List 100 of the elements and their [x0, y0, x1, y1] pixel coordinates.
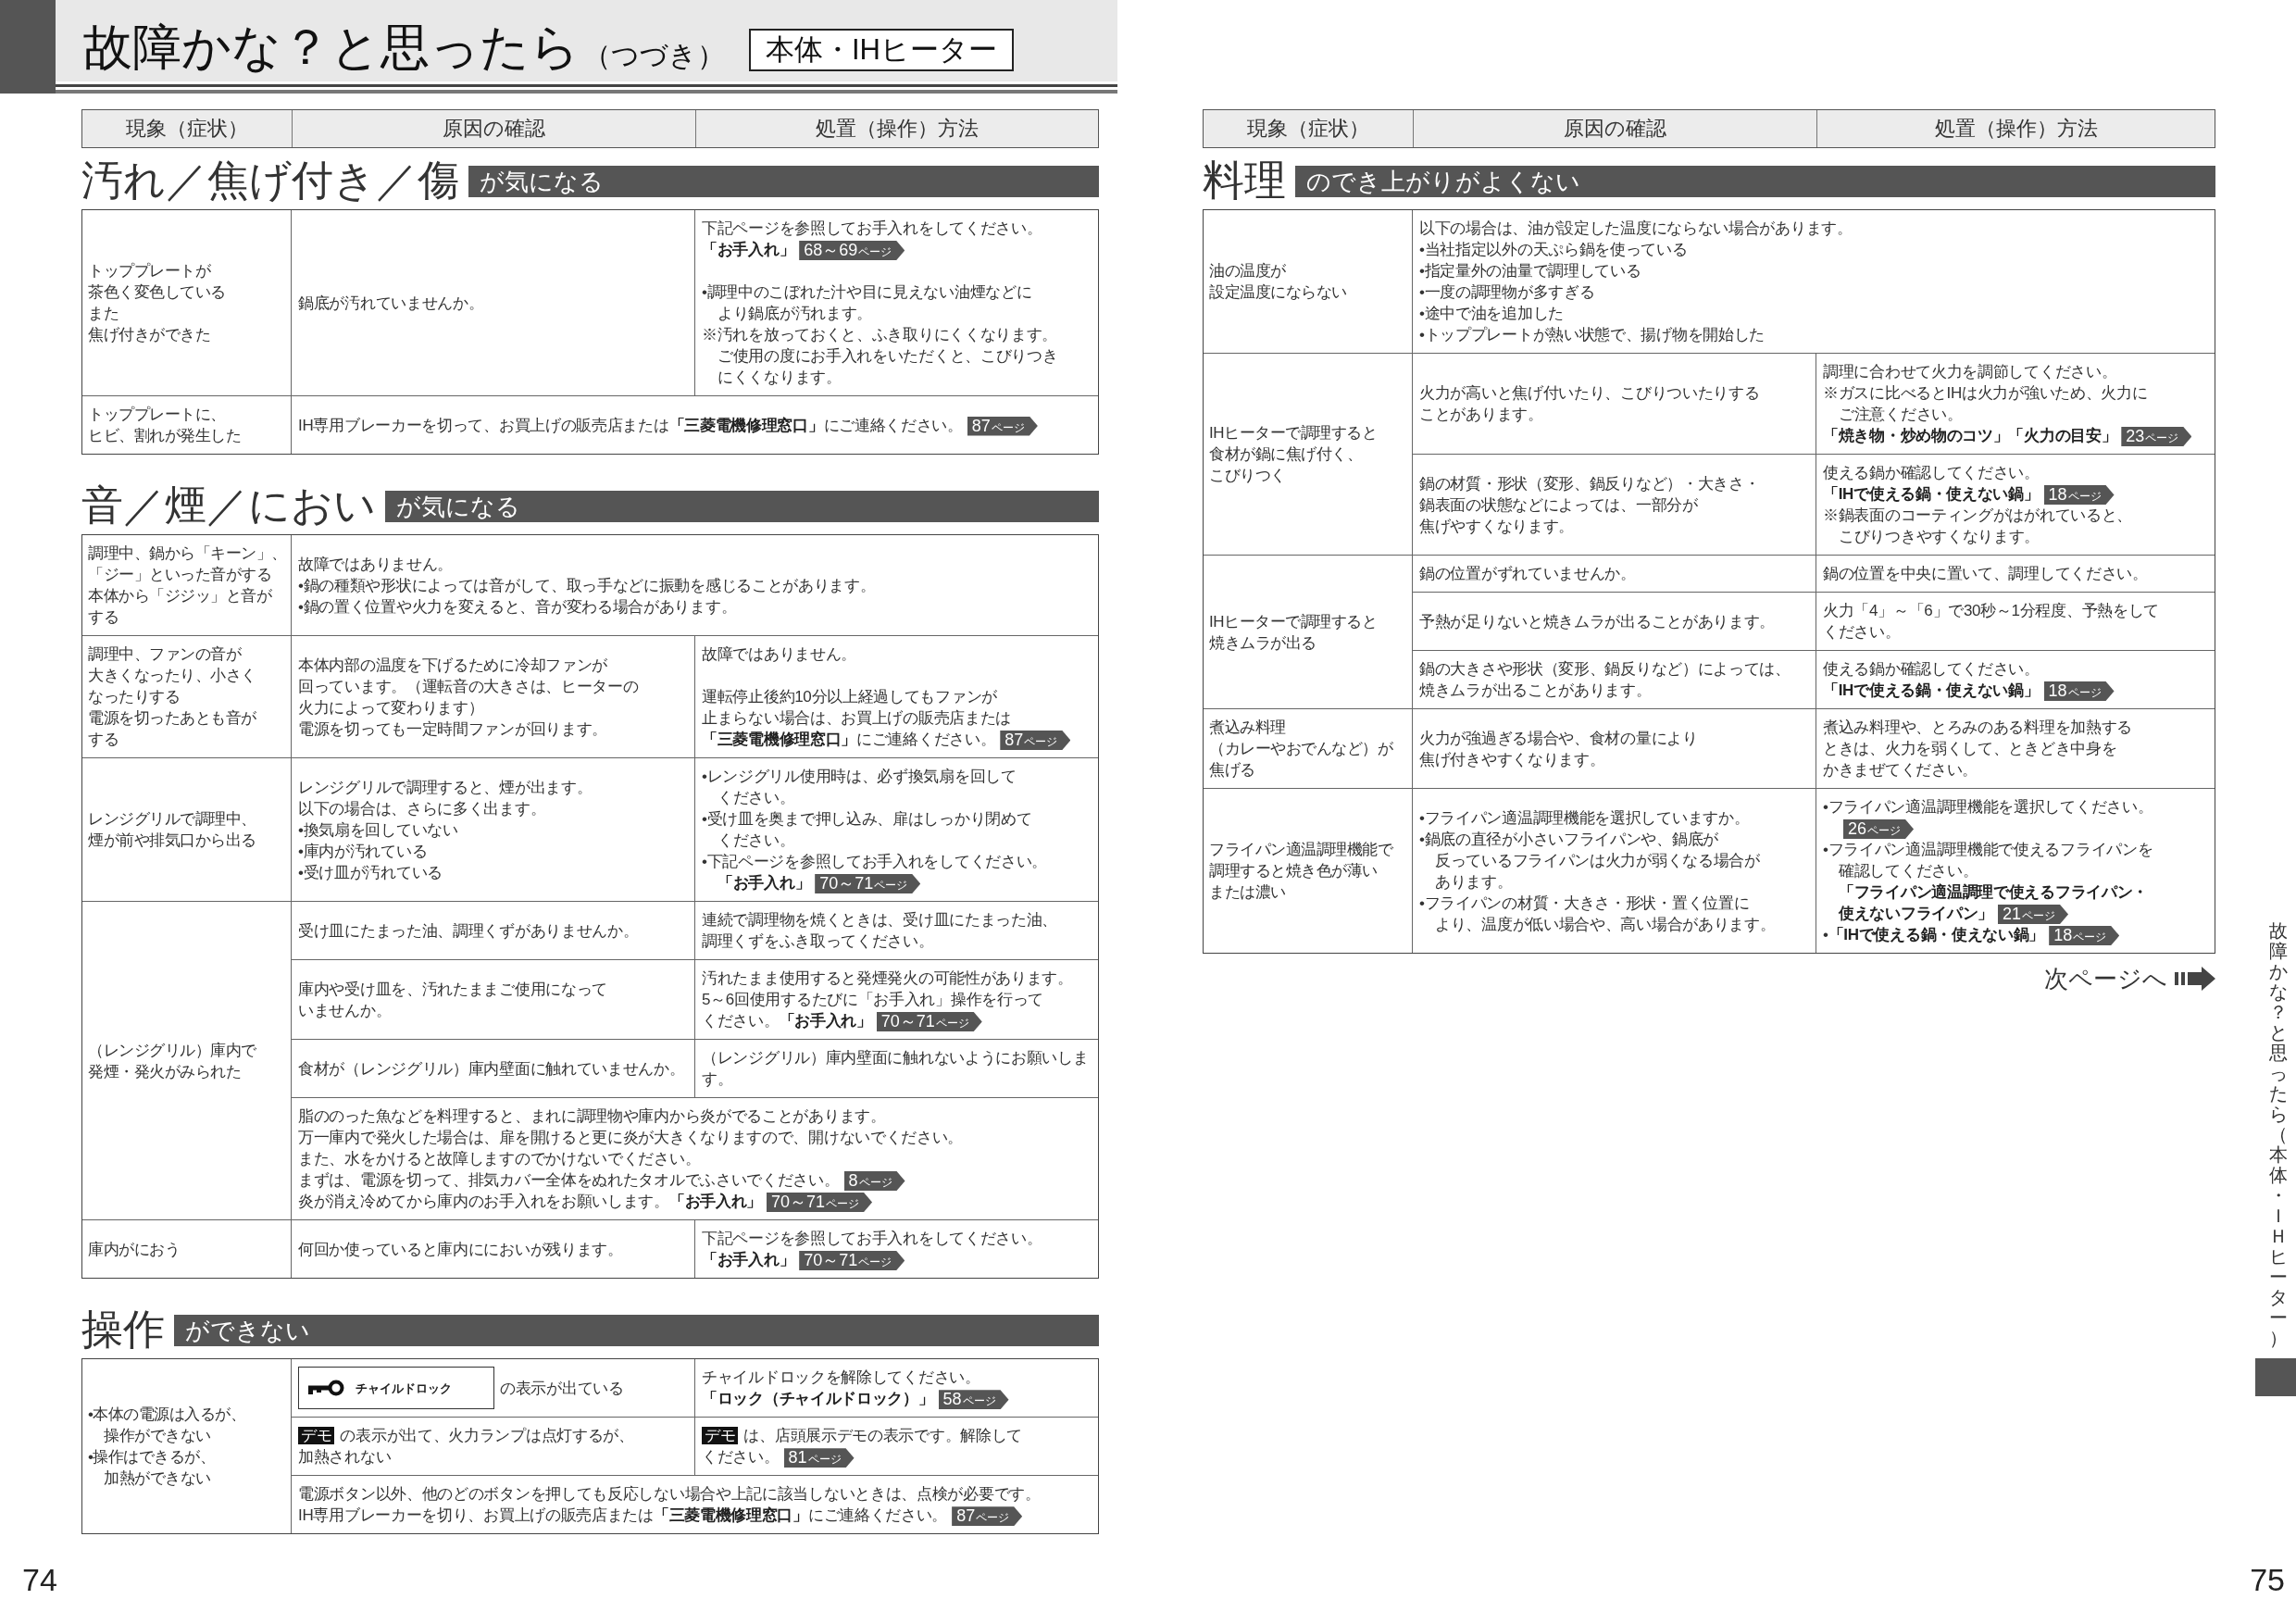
cell-text: の表示が出ている [500, 1378, 624, 1399]
section-heading: 料理 [1203, 157, 1286, 204]
page-reference-badge: 18ページ [2043, 681, 2115, 702]
cell-text: 庫内がにおう [88, 1239, 180, 1260]
section-banner: が気になる [468, 166, 1099, 197]
cell-text: 火力が強過ぎる場合や、食材の量により 焦げ付きやすくなります。 [1419, 728, 1698, 770]
section-banner: が気になる [385, 491, 1099, 522]
section-banner: ができない [174, 1315, 1099, 1347]
demo-label: デモ [298, 1427, 335, 1445]
side-tab-block [2255, 1358, 2296, 1396]
page-reference-badge: 23ページ [2121, 427, 2192, 446]
bullet-item: •「IHで使える鍋・使えない鍋」 18ページ [1823, 924, 2120, 946]
column-header: 原因の確認 [292, 110, 695, 147]
page-reference-badge: 18ページ [2049, 926, 2120, 946]
cell-text: 庫内や受け皿を、汚れたままご使用になって いませんか。 [298, 979, 607, 1021]
cell-text: 炎が消え冷めてから庫内のお手入れをお願いします。「お手入れ」 70～71ページ [298, 1191, 873, 1213]
cell-text: 予熱が足りないと焼きムラが出ることがあります。 [1419, 611, 1776, 632]
page-reference-badge: 87ページ [967, 416, 1038, 436]
cell-text: 脂ののった魚などを料理すると、まれに調理物や庫内から炎がでることがあります。 万一庫内で発火した場合は、扉を開けると更に炎が大きくなりますので、開けないでください。 また、水をかけると故障しますのでかけないでください。 まずは、電源を切って、排気カバー全体をぬれたタオルでふさいでください。 8ページ [298, 1106, 964, 1192]
cell-text: フライパン適温調理機能で 調理すると焼き色が薄い または濃い [1209, 840, 1392, 904]
cell-text: レンジグリルで調理すると、煙が出ます。 以下の場合は、さらに多く出ます。 [298, 777, 593, 819]
bullet-item: •フライパン適温調理機能を選択していますか。 [1419, 807, 1750, 829]
cell-text: 火力が高いと焦げ付いたり、こびりついたりする ことがあります。 [1419, 383, 1760, 425]
cell-text: レンジグリルで調理中、 煙が前や排気口から出る [88, 809, 256, 852]
page-reference-badge: 26ページ [1843, 819, 1915, 840]
bullet-item: •鍋底の直径が小さいフライパンや、鍋底が 反っているフライパンは火力が弱くなる場合が あります。 [1419, 829, 1760, 893]
cell-text: 食材が（レンジグリル）庫内壁面に触れていませんか。 [298, 1058, 685, 1080]
page-reference-badge: 70～71ページ [767, 1193, 873, 1213]
bullet-item: •操作はできるが、 加熱ができない [88, 1447, 216, 1490]
next-page-text: 次ページへ [2044, 965, 2167, 993]
page-reference-badge: 87ページ [1000, 731, 1071, 751]
page-reference-badge: 87ページ [952, 1506, 1023, 1527]
cell-text: 使える鍋か確認してください。 「IHで使える鍋・使えない鍋」 18ページ [1823, 462, 2115, 506]
bullet-item: •レンジグリル使用時は、必ず換気扇を回して ください。 [702, 767, 1017, 809]
key-icon [308, 1380, 344, 1397]
cell-text: 受け皿にたまった油、調理くずがありませんか。 [298, 920, 639, 942]
cell-text: 調理中、ファンの音が 大きくなったり、小さく なったりする 電源を切ったあとも音が する [88, 644, 256, 750]
cell-text: 下記ページを参照してお手入れをしてください。 「お手入れ」 68～69ページ [702, 219, 1042, 260]
bullet-item: •当社指定以外の天ぷら鍋を使っている [1419, 240, 1688, 260]
cell-text: デモ は、店頭展示デモの表示です。解除して ください。 81ページ [702, 1426, 1022, 1468]
cell-text: チャイルドロックを解除してください。 「ロック（チャイルドロック）」 58ページ [702, 1367, 1009, 1410]
section-banner: のでき上がりがよくない [1295, 166, 2215, 197]
cell-text: 以下の場合は、油が設定した温度にならない場合があります。 [1419, 219, 1853, 239]
cell-text: 連続で調理物を焼くときは、受け皿にたまった油、 調理くずをふき取ってください。 [702, 910, 1058, 953]
cell-text: トッププレートが 茶色く変色している また 焦げ付きができた [88, 261, 226, 345]
cell-text: 本体内部の温度を下げるために冷却ファンが 回っています。（運転音の大きさは、ヒーターの 火力によって変わります） 電源を切っても一定時間ファンが回ります。 [298, 655, 639, 740]
bullet-item: •調理中のこぼれた汁や目に見えない油煙などに より鍋底が汚れます。 [702, 282, 1032, 324]
cell-text: IHヒーターで調理すると 焼きムラが出る [1209, 611, 1377, 654]
cell-text: 鍋の大きさや形状（変形、鍋反りなど）によっては、 焼きムラが出ることがあります。 [1419, 659, 1791, 702]
page-number: 74 [22, 1561, 57, 1598]
column-header: 現象（症状） [125, 116, 249, 142]
note-text: ※汚れを放っておくと、ふき取りにくくなります。 ご使用の度にお手入れをいただくと、こびりつき にくくなります。 [702, 325, 1058, 388]
next-arrow-icon [2175, 967, 2215, 992]
page-reference-badge: 58ページ [938, 1390, 1009, 1410]
section-heading: 汚れ／焦げ付き／傷 [81, 157, 459, 204]
bullet-item: •フライパン適温調理機能で使えるフライパンを 確認してください。 「フライパン適温調理で使えるフライパン・ 使えないフライパン」 21ページ [1823, 840, 2153, 925]
bullet-item: •一度の調理物が多すぎる [1419, 282, 1595, 303]
bullet-item: •フライパン適温調理機能を選択してください。 26ページ [1823, 797, 2154, 840]
bullet-item: •下記ページを参照してお手入れをしてください。 「お手入れ」 70～71ページ [702, 852, 1048, 894]
bullet-item: •鍋の置く位置や火力を変えると、音が変わる場合があります。 [298, 596, 737, 618]
cell-text: 汚れたまま使用すると発煙発火の可能性があります。 5～6回使用するたびに「お手入れ」操作を行って ください。「お手入れ」 70～71ページ [702, 968, 1073, 1032]
page-reference-badge: 70～71ページ [799, 1251, 905, 1271]
cell-text: 火力「4」～「6」で30秒～1分程度、予熱をして ください。 [1823, 601, 2160, 643]
cell-text: 鍋の位置がずれていませんか。 [1419, 564, 1636, 585]
cell-text: デモ の表示が出て、火力ランプは点灯するが、 加熱されない [298, 1426, 634, 1468]
cell-text: 鍋の材質・形状（変形、鍋反りなど）・大きさ・ 鍋表面の状態などによっては、一部分が 焦げやすくなります。 [1419, 473, 1760, 537]
section-heading: 操作 [81, 1306, 165, 1354]
cell-text: 油の温度が 設定温度にならない [1209, 261, 1347, 303]
column-header: 現象（症状） [1246, 116, 1370, 142]
page-reference-badge: 18ページ [2043, 485, 2115, 506]
note-text: ※ガスに比べるとIHは火力が強いため、火力に ご注意ください。 [1823, 383, 2148, 425]
bullet-item: •途中で油を追加した [1419, 304, 1564, 324]
cell-text: 鍋底が汚れていませんか。 [298, 293, 484, 314]
cell-text: 煮込み料理 （カレーやおでんなど）が 焦げる [1209, 718, 1392, 781]
page-reference-badge: 81ページ [783, 1448, 855, 1468]
display-text: チャイルドロック [356, 1380, 452, 1397]
cell-text: 故障ではありません。 [702, 644, 856, 665]
bullet-item: •指定量外の油量で調理している [1419, 261, 1641, 281]
bullet-item: •庫内が汚れている [298, 841, 428, 862]
column-header: 処置（操作）方法 [695, 110, 1098, 147]
cell-text: 何回か使っていると庫内ににおいが残ります。 [298, 1239, 623, 1260]
bullet-item: •フライパンの材質・大きさ・形状・置く位置に より、温度が低い場合や、高い場合があります。 [1419, 893, 1776, 935]
page-number: 75 [2250, 1561, 2285, 1598]
cell-text: 電源ボタン以外、他のどのボタンを押しても反応しない場合や上記に該当しないときは、点検が必要です。 IH専用ブレーカーを切り、お買上げの販売店または「三菱電機修理窓口」にご連絡ください。 87ページ [298, 1484, 1041, 1527]
title-suffix: （つづき） [583, 39, 725, 72]
page-reference-badge: 68～69ページ [799, 241, 905, 260]
cell-text: トッププレートに、 ヒビ、割れが発生した [88, 405, 241, 446]
page-title: 故障かな？と思ったら [83, 20, 580, 74]
cell-text: （レンジグリル）庫内で 発煙・発火がみられた [88, 1040, 256, 1082]
cell-text: 故障ではありません。 [298, 554, 453, 575]
page-reference-badge: 70～71ページ [876, 1012, 982, 1032]
bullet-item: •受け皿を奥まで押し込み、扉はしっかり閉めて ください。 [702, 809, 1032, 852]
cell-text: （レンジグリル）庫内壁面に触れないようにお願いします。 [702, 1048, 1090, 1091]
cell-text: 使える鍋か確認してください。 「IHで使える鍋・使えない鍋」 18ページ [1823, 658, 2115, 702]
cell-text: 調理に合わせて火力を調節してください。 [1823, 362, 2117, 382]
bullet-item: •受け皿が汚れている [298, 862, 443, 883]
cell-text: 運転停止後約10分以上経過してもファンが 止まらない場合は、お買上げの販売店または 「三菱電機修理窓口」にご連絡ください。 87ページ [702, 686, 1071, 751]
bullet-item: •トッププレートが熱い状態で、揚げ物を開始した [1419, 325, 1766, 345]
column-header: 原因の確認 [1413, 110, 1816, 147]
bullet-item: •換気扇を回していない [298, 819, 458, 841]
